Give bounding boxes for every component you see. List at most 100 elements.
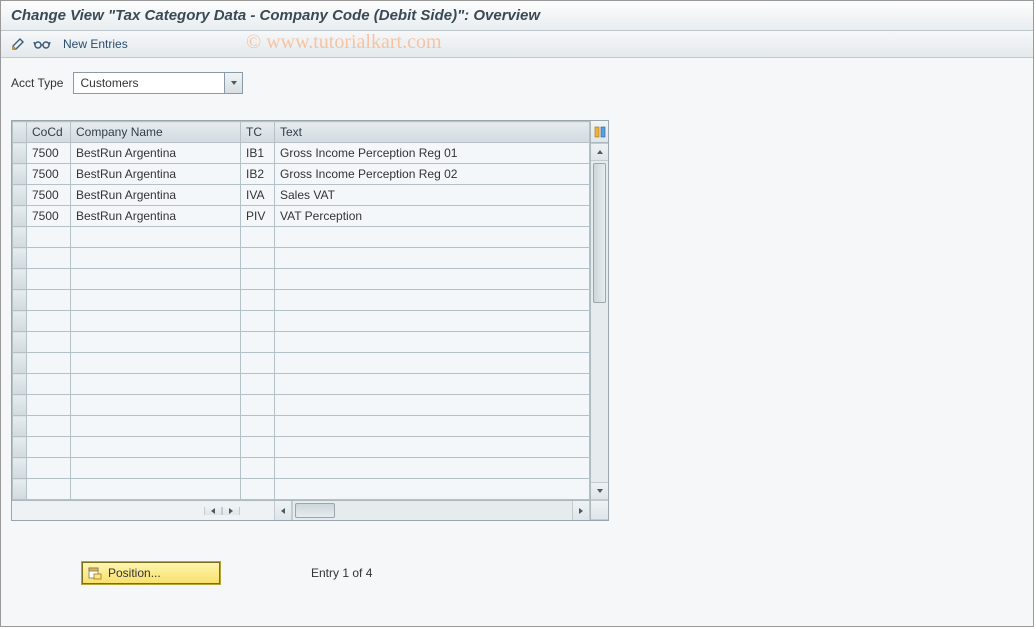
cell-cocd[interactable]	[27, 227, 71, 248]
cell-text[interactable]	[275, 311, 590, 332]
table-row[interactable]	[13, 248, 590, 269]
table-row[interactable]: 7500BestRun ArgentinaIVASales VAT	[13, 185, 590, 206]
table-row[interactable]	[13, 395, 590, 416]
cell-cocd[interactable]	[27, 374, 71, 395]
cell-cocd[interactable]	[27, 479, 71, 500]
cell-tc[interactable]	[241, 458, 275, 479]
cell-tc[interactable]	[241, 332, 275, 353]
chevron-down-icon[interactable]	[224, 73, 242, 93]
hscroll-track[interactable]	[292, 501, 572, 520]
cell-company_name[interactable]	[71, 332, 241, 353]
hscroll-right-right-arrow-icon[interactable]	[572, 501, 590, 520]
table-row[interactable]	[13, 332, 590, 353]
cell-company_name[interactable]	[71, 290, 241, 311]
table-row[interactable]	[13, 269, 590, 290]
row-selector[interactable]	[13, 269, 27, 290]
row-selector[interactable]	[13, 248, 27, 269]
row-selector[interactable]	[13, 164, 27, 185]
cell-company_name[interactable]	[71, 479, 241, 500]
cell-text[interactable]	[275, 248, 590, 269]
cell-text[interactable]	[275, 227, 590, 248]
cell-text[interactable]	[275, 269, 590, 290]
cell-text[interactable]	[275, 395, 590, 416]
table-row[interactable]	[13, 311, 590, 332]
row-selector[interactable]	[13, 227, 27, 248]
vscroll-thumb[interactable]	[593, 163, 606, 303]
cell-cocd[interactable]: 7500	[27, 164, 71, 185]
row-selector[interactable]	[13, 395, 27, 416]
table-row[interactable]: 7500BestRun ArgentinaIB1Gross Income Per…	[13, 143, 590, 164]
cell-cocd[interactable]	[27, 395, 71, 416]
table-row[interactable]	[13, 353, 590, 374]
cell-tc[interactable]: PIV	[241, 206, 275, 227]
col-header-text[interactable]: Text	[275, 122, 590, 143]
select-all-header[interactable]	[13, 122, 27, 143]
cell-text[interactable]	[275, 437, 590, 458]
cell-cocd[interactable]: 7500	[27, 206, 71, 227]
hscroll-left-right-arrow-icon[interactable]	[222, 507, 240, 515]
table-row[interactable]	[13, 479, 590, 500]
table-row[interactable]	[13, 290, 590, 311]
position-button[interactable]: Position...	[81, 561, 221, 585]
cell-company_name[interactable]	[71, 248, 241, 269]
cell-text[interactable]	[275, 332, 590, 353]
change-icon[interactable]	[9, 35, 27, 53]
cell-company_name[interactable]	[71, 416, 241, 437]
vscroll-track[interactable]	[591, 161, 608, 482]
cell-tc[interactable]	[241, 437, 275, 458]
cell-tc[interactable]	[241, 269, 275, 290]
cell-cocd[interactable]: 7500	[27, 185, 71, 206]
cell-tc[interactable]	[241, 290, 275, 311]
cell-text[interactable]	[275, 416, 590, 437]
cell-company_name[interactable]	[71, 353, 241, 374]
cell-cocd[interactable]	[27, 269, 71, 290]
row-selector[interactable]	[13, 458, 27, 479]
new-entries-button[interactable]: New Entries	[57, 35, 134, 53]
hscroll-right-left-arrow-icon[interactable]	[274, 501, 292, 520]
cell-company_name[interactable]	[71, 227, 241, 248]
cell-cocd[interactable]	[27, 311, 71, 332]
cell-text[interactable]	[275, 458, 590, 479]
cell-text[interactable]: VAT Perception	[275, 206, 590, 227]
cell-text[interactable]	[275, 479, 590, 500]
cell-company_name[interactable]	[71, 395, 241, 416]
row-selector[interactable]	[13, 353, 27, 374]
hscroll-thumb[interactable]	[295, 503, 335, 518]
table-row[interactable]	[13, 416, 590, 437]
row-selector[interactable]	[13, 416, 27, 437]
row-selector[interactable]	[13, 206, 27, 227]
row-selector[interactable]	[13, 290, 27, 311]
cell-cocd[interactable]	[27, 416, 71, 437]
cell-text[interactable]	[275, 374, 590, 395]
cell-tc[interactable]	[241, 479, 275, 500]
cell-company_name[interactable]	[71, 437, 241, 458]
row-selector[interactable]	[13, 143, 27, 164]
table-row[interactable]	[13, 437, 590, 458]
cell-company_name[interactable]: BestRun Argentina	[71, 185, 241, 206]
glasses-icon[interactable]	[33, 35, 51, 53]
cell-text[interactable]: Sales VAT	[275, 185, 590, 206]
acct-type-select[interactable]: Customers	[73, 72, 243, 94]
row-selector[interactable]	[13, 374, 27, 395]
row-selector[interactable]	[13, 311, 27, 332]
cell-company_name[interactable]	[71, 458, 241, 479]
cell-tc[interactable]: IB2	[241, 164, 275, 185]
cell-tc[interactable]	[241, 374, 275, 395]
cell-cocd[interactable]	[27, 353, 71, 374]
cell-cocd[interactable]	[27, 332, 71, 353]
table-config-icon[interactable]	[591, 121, 608, 143]
cell-tc[interactable]	[241, 353, 275, 374]
cell-cocd[interactable]	[27, 437, 71, 458]
cell-company_name[interactable]: BestRun Argentina	[71, 206, 241, 227]
cell-company_name[interactable]	[71, 311, 241, 332]
cell-cocd[interactable]	[27, 248, 71, 269]
cell-text[interactable]	[275, 290, 590, 311]
cell-text[interactable]: Gross Income Perception Reg 02	[275, 164, 590, 185]
col-header-cocd[interactable]: CoCd	[27, 122, 71, 143]
cell-tc[interactable]	[241, 248, 275, 269]
cell-tc[interactable]	[241, 395, 275, 416]
cell-text[interactable]: Gross Income Perception Reg 01	[275, 143, 590, 164]
cell-tc[interactable]	[241, 227, 275, 248]
row-selector[interactable]	[13, 479, 27, 500]
table-row[interactable]	[13, 458, 590, 479]
